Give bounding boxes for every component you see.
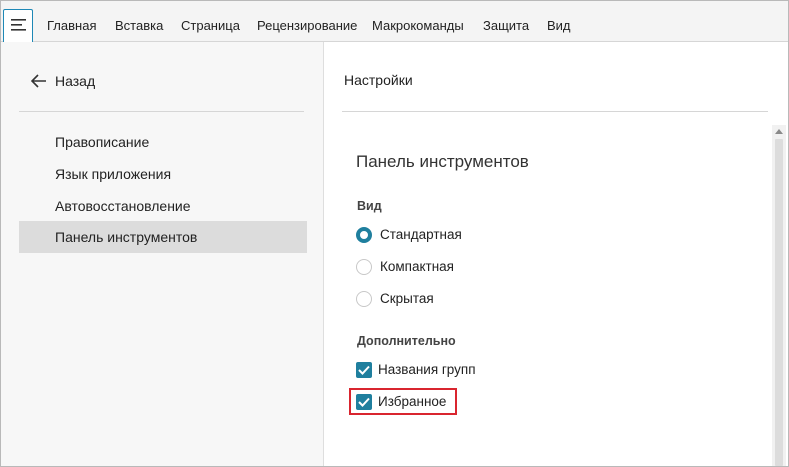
tab-review[interactable]: Рецензирование	[257, 18, 357, 33]
vertical-scrollbar[interactable]	[772, 125, 786, 466]
settings-sidebar: Назад Правописание Язык приложения Автов…	[1, 42, 324, 466]
sidebar-divider	[19, 111, 304, 112]
checkbox-group-names-label: Названия групп	[378, 362, 476, 377]
hamburger-menu-icon	[11, 19, 26, 31]
back-label: Назад	[55, 73, 96, 89]
radio-checked-icon[interactable]	[356, 227, 372, 243]
scrollbar-thumb[interactable]	[775, 139, 783, 466]
tab-view[interactable]: Вид	[547, 18, 571, 33]
sidebar-item-spelling[interactable]: Правописание	[19, 126, 307, 158]
highlight-frame	[349, 388, 457, 415]
main-menu-button[interactable]	[3, 9, 33, 42]
tab-macros[interactable]: Макрокоманды	[372, 18, 464, 33]
radio-standard-label: Стандартная	[380, 227, 462, 242]
tab-page[interactable]: Страница	[181, 18, 240, 33]
scroll-up-arrow-icon[interactable]	[775, 128, 783, 134]
radio-unchecked-icon[interactable]	[356, 259, 372, 275]
checkmark-icon	[358, 365, 370, 375]
tab-protection[interactable]: Защита	[483, 18, 529, 33]
menu-bar: Главная Вставка Страница Рецензирование …	[1, 1, 788, 42]
sidebar-item-app-language[interactable]: Язык приложения	[19, 158, 307, 190]
settings-window: Главная Вставка Страница Рецензирование …	[0, 0, 789, 467]
arrow-left-icon	[31, 74, 46, 88]
radio-hidden-label: Скрытая	[380, 291, 434, 306]
view-group-label: Вид	[357, 199, 382, 213]
checkbox-checked-icon[interactable]	[356, 362, 372, 378]
radio-unchecked-icon[interactable]	[356, 291, 372, 307]
content-divider	[342, 111, 768, 112]
sidebar-item-autorecovery[interactable]: Автовосстановление	[19, 190, 307, 222]
sidebar-item-toolbar[interactable]: Панель инструментов	[19, 221, 307, 253]
tab-insert[interactable]: Вставка	[115, 18, 163, 33]
radio-compact-label: Компактная	[380, 259, 454, 274]
section-title: Панель инструментов	[356, 152, 529, 171]
breadcrumb: Настройки	[344, 72, 413, 88]
tab-home[interactable]: Главная	[47, 18, 96, 33]
extra-group-label: Дополнительно	[357, 334, 456, 348]
